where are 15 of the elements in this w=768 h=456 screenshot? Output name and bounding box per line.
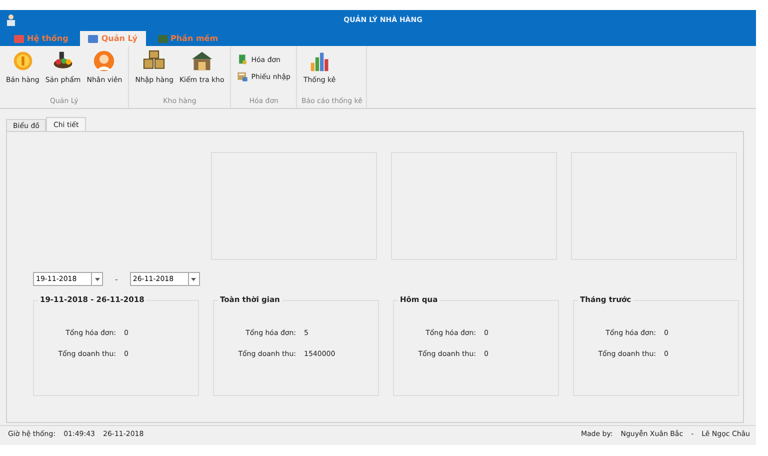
coin-icon <box>12 50 34 72</box>
tab-icon <box>88 34 98 44</box>
dropdown-icon <box>94 278 100 280</box>
document-icon <box>237 71 248 82</box>
dropdown-button[interactable] <box>92 272 103 286</box>
bill-icon <box>237 54 248 65</box>
dropdown-icon <box>191 278 196 280</box>
dropdown-button[interactable] <box>188 272 200 286</box>
tab-icon <box>158 34 168 44</box>
tab-icon <box>14 34 24 44</box>
boxes-icon <box>143 50 166 72</box>
warehouse-icon <box>190 50 213 72</box>
person-icon <box>93 50 116 72</box>
bar-chart-icon <box>308 50 331 72</box>
date-separator: - <box>115 274 118 284</box>
